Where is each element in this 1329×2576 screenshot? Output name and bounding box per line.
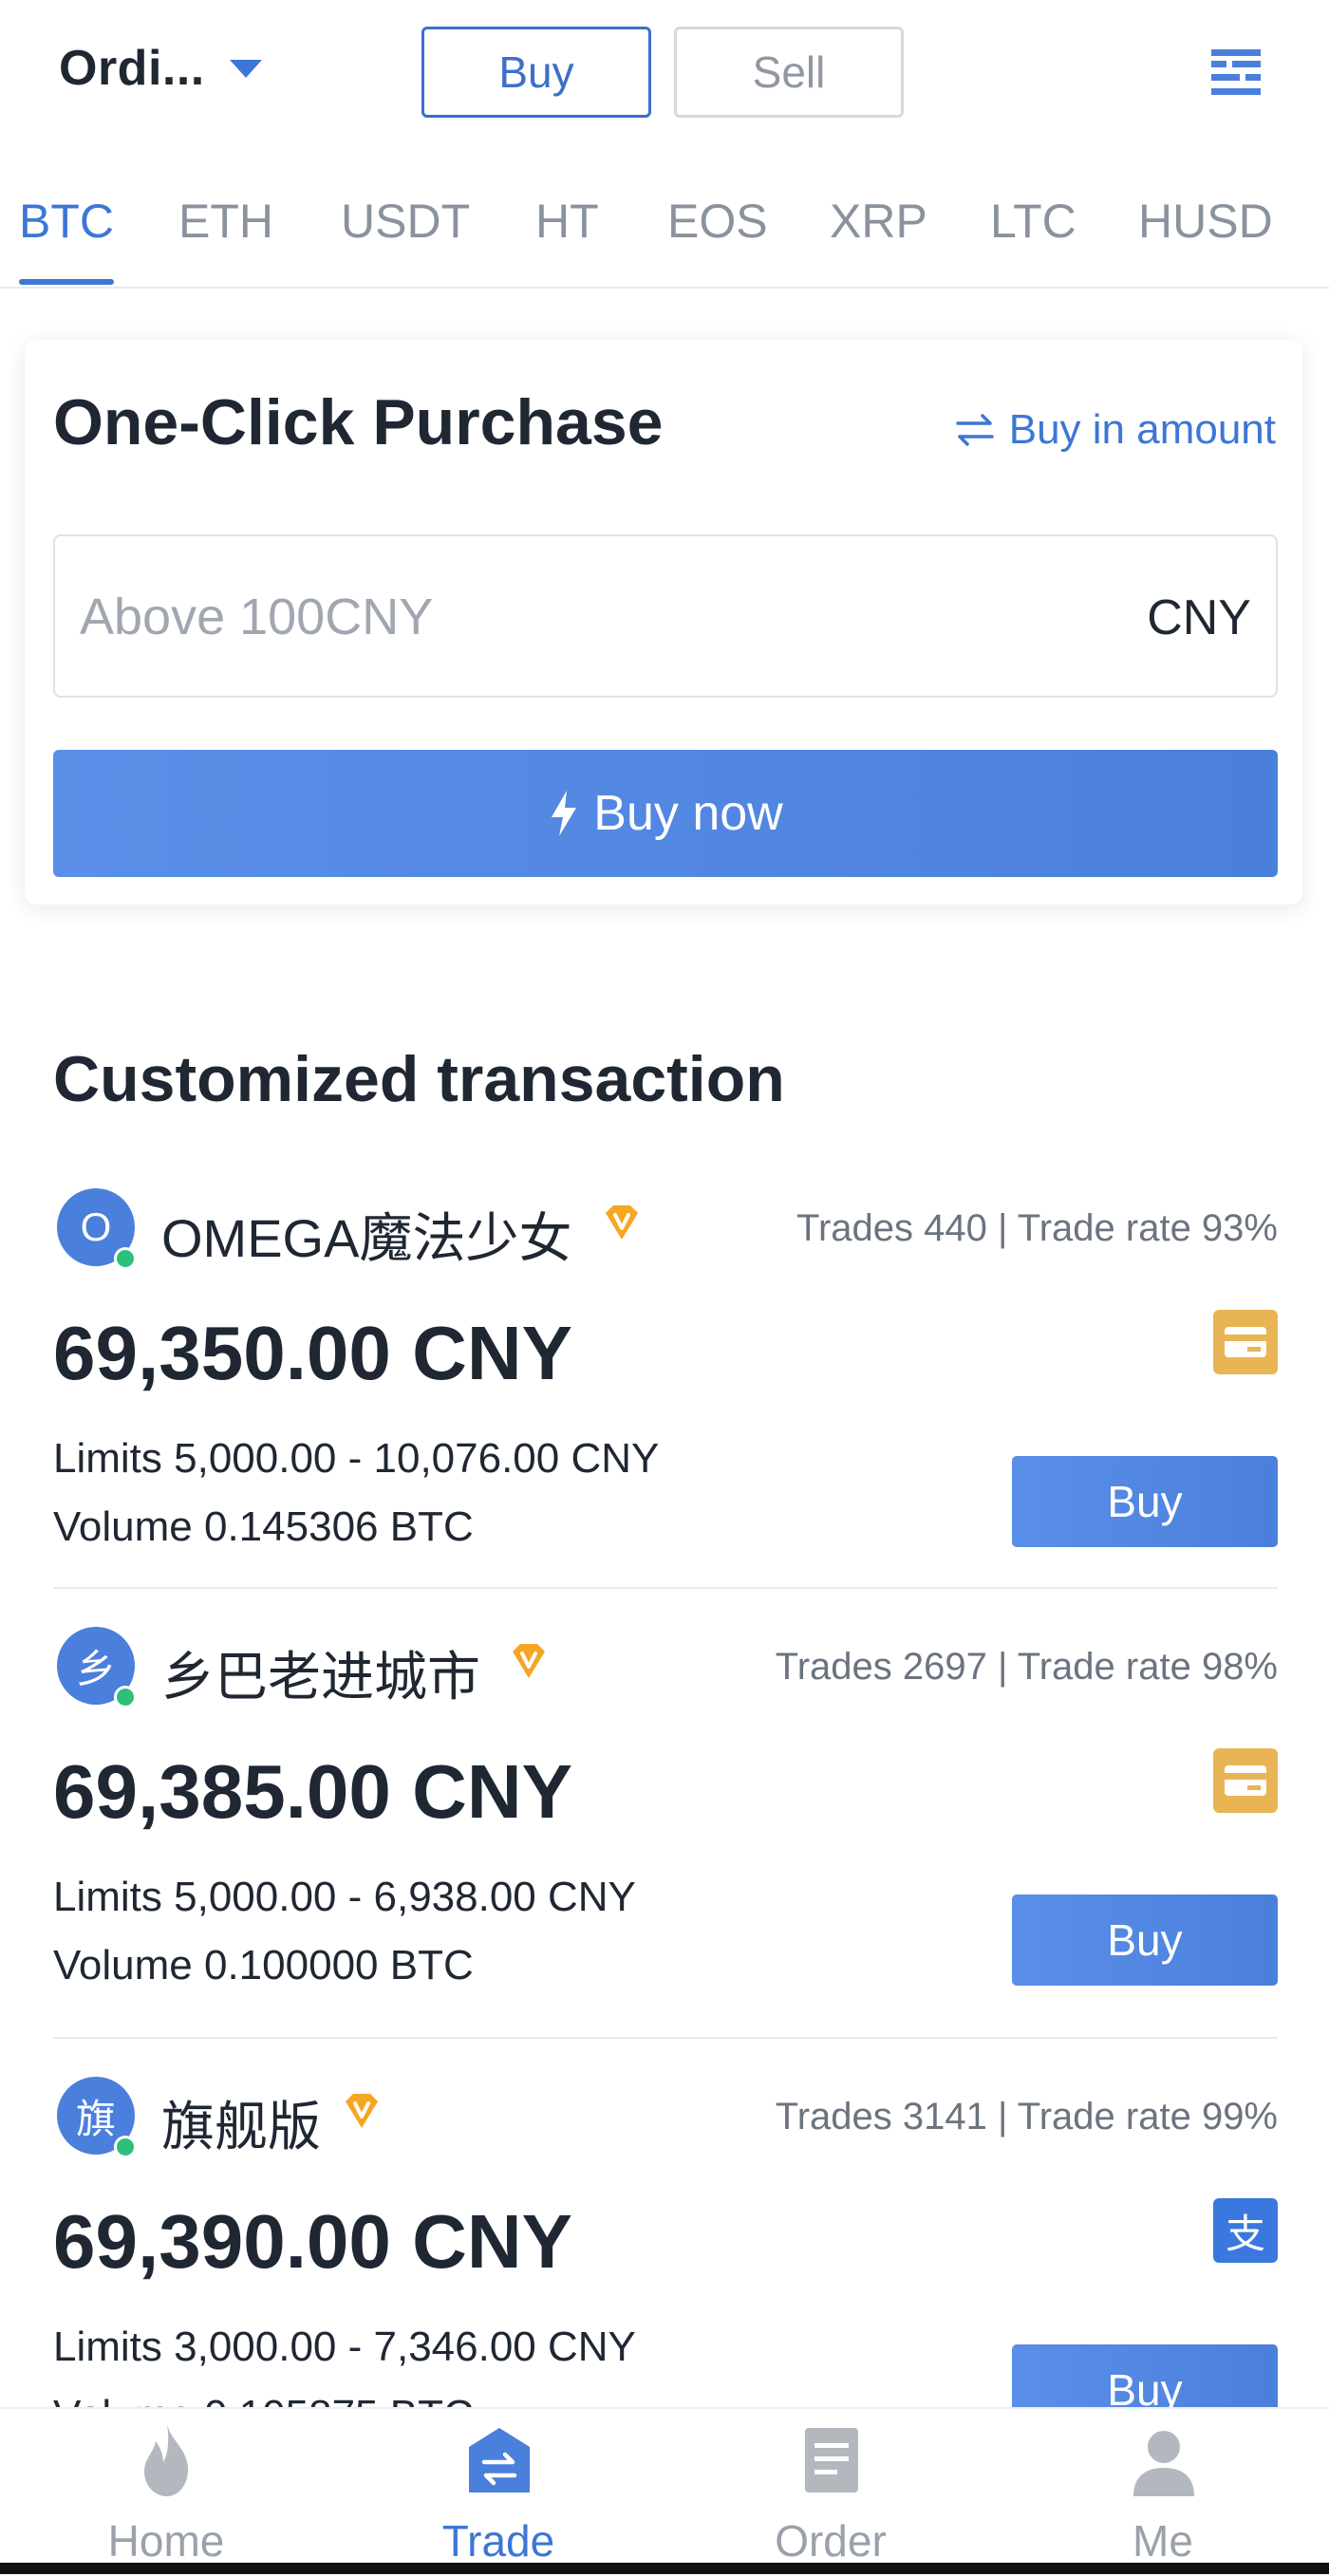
tab-husd[interactable]: HUSD — [1138, 194, 1273, 268]
buy-button[interactable]: Buy — [1012, 1456, 1278, 1547]
one-click-purchase-card: One-Click Purchase Buy in amount CNY Buy… — [25, 340, 1302, 905]
offer-volume: Volume 0.100000 BTC — [53, 1942, 474, 1988]
nav-me[interactable]: Me — [997, 2409, 1329, 2576]
tab-usdt[interactable]: USDT — [341, 194, 470, 268]
menu-icon[interactable] — [1209, 46, 1263, 99]
online-status-dot — [114, 1686, 137, 1708]
merchant-name[interactable]: 旗舰版 — [161, 2084, 321, 2161]
amount-field: CNY — [53, 534, 1278, 698]
offer-row: 旗 旗舰版 Trades 3141 | Trade rate 99% 69,39… — [53, 2037, 1278, 2407]
chevron-down-icon — [229, 59, 262, 78]
nav-me-label: Me — [1132, 2516, 1193, 2566]
tab-ht[interactable]: HT — [535, 194, 599, 268]
nav-order-label: Order — [775, 2516, 887, 2566]
row-divider — [53, 2037, 1278, 2039]
home-indicator-bar — [0, 2563, 1329, 2574]
amount-input[interactable] — [78, 536, 1078, 698]
offer-row: O OMEGA魔法少女 Trades 440 | Trade rate 93% … — [53, 1167, 1278, 1615]
merchant-name[interactable]: 乡巴老进城市 — [161, 1634, 480, 1711]
flame-icon — [144, 2424, 188, 2496]
offer-limits: Limits 5,000.00 - 6,938.00 CNY — [53, 1874, 636, 1920]
nav-trade[interactable]: Trade — [332, 2409, 664, 2576]
online-status-dot — [114, 1247, 137, 1270]
amount-unit: CNY — [1147, 590, 1251, 645]
tab-eth[interactable]: ETH — [178, 194, 273, 268]
top-bar: Ordi... Buy Sell — [0, 0, 1329, 152]
order-type-label: Ordi... — [59, 41, 205, 96]
tab-eos[interactable]: EOS — [667, 194, 768, 268]
nav-trade-label: Trade — [441, 2516, 555, 2566]
lightning-icon — [552, 791, 577, 836]
user-icon — [1133, 2431, 1194, 2496]
order-icon — [805, 2428, 858, 2492]
online-status-dot — [114, 2136, 137, 2158]
offer-volume: Volume 0.145306 BTC — [53, 1503, 474, 1550]
offer-price: 69,350.00 CNY — [53, 1311, 573, 1395]
vip-diamond-icon — [606, 1205, 638, 1240]
coin-tabs: BTC ETH USDT HT EOS XRP LTC HUSD — [0, 180, 1329, 289]
buy-now-label: Buy now — [593, 786, 783, 841]
nav-home-label: Home — [107, 2516, 225, 2566]
buy-in-amount-link[interactable]: Buy in amount — [954, 406, 1276, 454]
offer-row: 乡 乡巴老进城市 Trades 2697 | Trade rate 98% 69… — [53, 1587, 1278, 2035]
buy-now-button[interactable]: Buy now — [53, 750, 1278, 877]
tab-xrp[interactable]: XRP — [830, 194, 927, 268]
offer-volume: Volume 0.105875 BTC — [53, 2392, 474, 2407]
offer-price: 69,390.00 CNY — [53, 2199, 573, 2284]
card-title: One-Click Purchase — [53, 386, 664, 458]
bank-card-icon — [1213, 1748, 1278, 1813]
section-title: Customized transaction — [53, 1043, 785, 1115]
tab-ltc[interactable]: LTC — [990, 194, 1076, 268]
swap-icon — [955, 414, 994, 446]
merchant-name[interactable]: OMEGA魔法少女 — [161, 1196, 571, 1273]
bottom-nav: Home Trade Order Me — [0, 2407, 1329, 2576]
merchant-stats: Trades 3141 | Trade rate 99% — [775, 2096, 1278, 2137]
buy-in-amount-label: Buy in amount — [1008, 406, 1276, 453]
merchant-stats: Trades 2697 | Trade rate 98% — [775, 1646, 1278, 1688]
merchant-stats: Trades 440 | Trade rate 93% — [796, 1207, 1278, 1249]
buy-mode-button[interactable]: Buy — [421, 27, 651, 118]
buy-button[interactable]: Buy — [1012, 1895, 1278, 1986]
offer-price: 69,385.00 CNY — [53, 1749, 573, 1834]
buy-button[interactable]: Buy — [1012, 2344, 1278, 2407]
row-divider — [53, 1587, 1278, 1589]
trade-icon — [469, 2428, 530, 2492]
bank-card-icon — [1213, 1310, 1278, 1374]
nav-home[interactable]: Home — [0, 2409, 332, 2576]
offer-limits: Limits 3,000.00 - 7,346.00 CNY — [53, 2324, 636, 2370]
vip-diamond-icon — [346, 2094, 378, 2128]
offer-limits: Limits 5,000.00 - 10,076.00 CNY — [53, 1435, 660, 1482]
sell-mode-button[interactable]: Sell — [674, 27, 904, 118]
nav-order[interactable]: Order — [664, 2409, 997, 2576]
alipay-icon: 支 — [1213, 2198, 1278, 2263]
tab-btc[interactable]: BTC — [19, 194, 114, 268]
active-tab-indicator — [19, 279, 114, 285]
vip-diamond-icon — [513, 1644, 545, 1678]
order-type-selector[interactable]: Ordi... — [59, 40, 262, 97]
